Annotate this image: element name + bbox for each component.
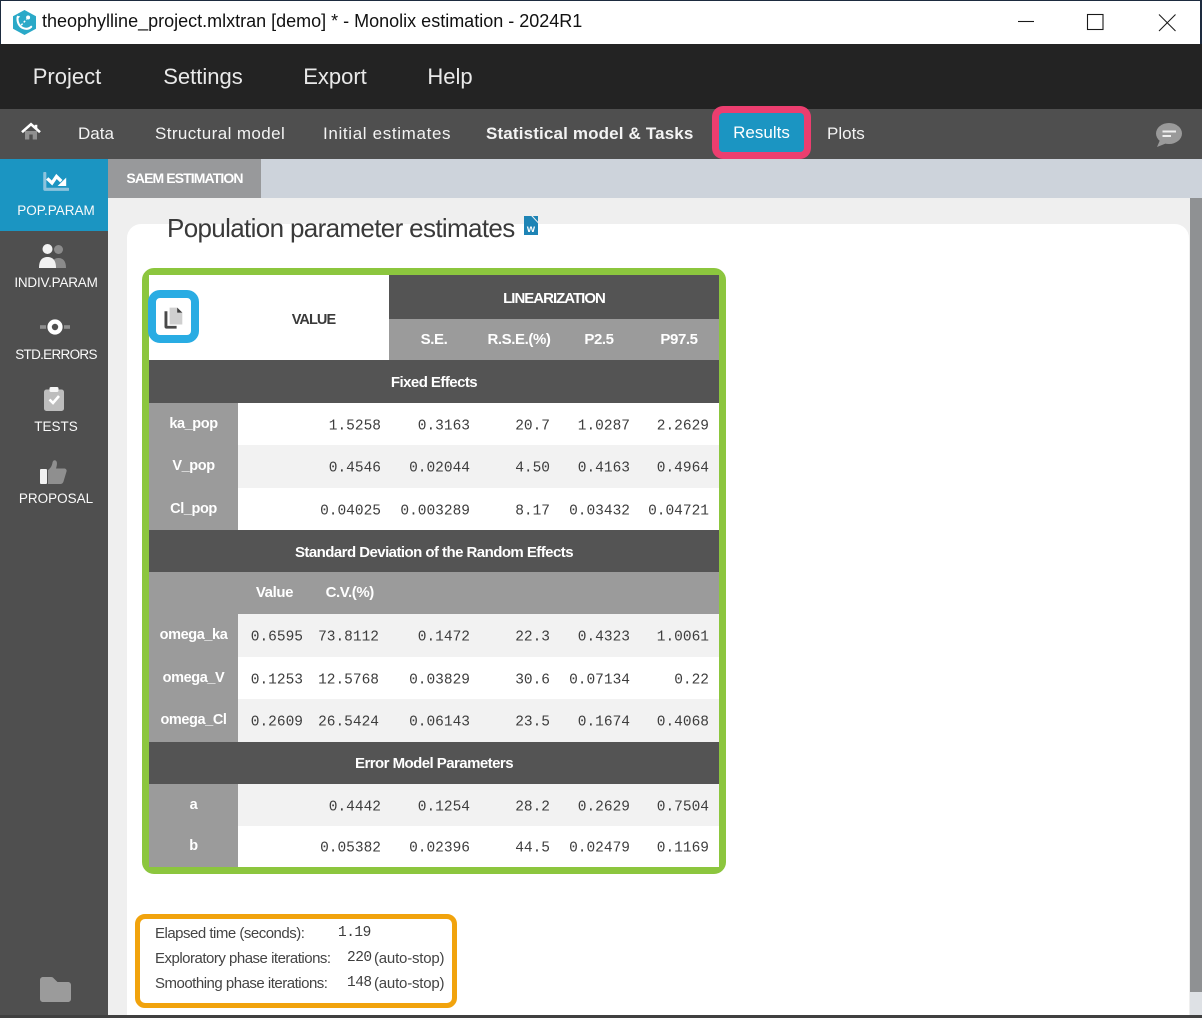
svg-text:w: w (526, 223, 536, 235)
